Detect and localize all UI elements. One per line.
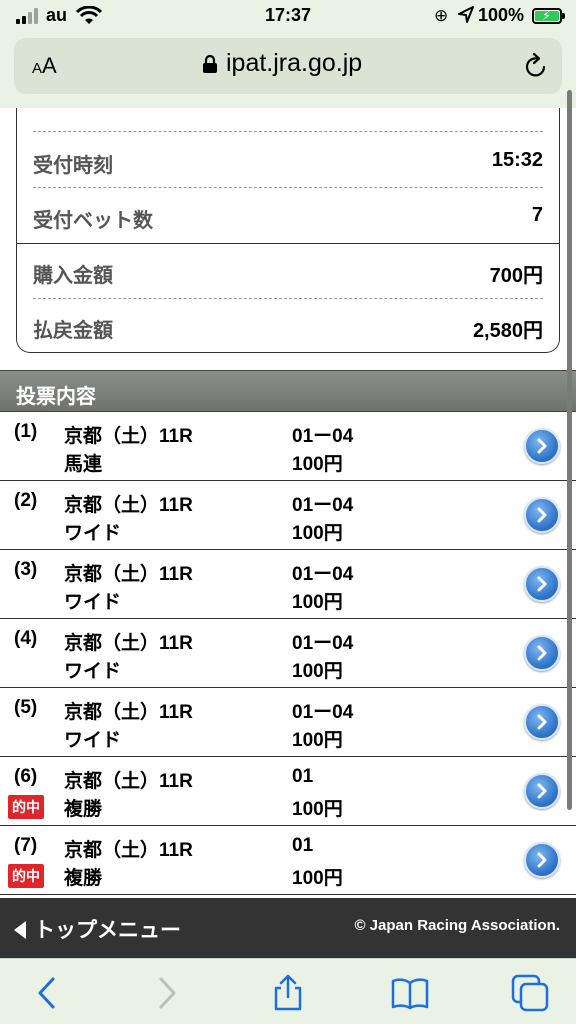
reload-icon[interactable]: [524, 52, 548, 78]
ticket-number: (1): [14, 421, 38, 442]
bookmarks-icon[interactable]: [390, 973, 430, 1013]
info-value: 7: [531, 204, 543, 226]
lock-icon: [203, 54, 217, 73]
ticket-row[interactable]: (2) 京都（土）11R ワイド 01ー04 100円: [0, 481, 576, 550]
chevron-right-circle-icon[interactable]: [524, 842, 560, 878]
address-bar[interactable]: AA ipat.jra.go.jp: [14, 38, 562, 94]
chevron-right-circle-icon[interactable]: [524, 635, 560, 671]
ticket-race: 京都（土）11R: [64, 633, 193, 654]
ticket-race: 京都（土）11R: [64, 702, 193, 723]
page-content: 受付時刻 15:32 受付ベット数 7 購入金額 700円 払戻金額 2,580…: [0, 108, 576, 958]
top-menu-link[interactable]: トップメニュー: [14, 914, 181, 944]
receipt-info-box: 受付時刻 15:32 受付ベット数 7 購入金額 700円 払戻金額 2,580…: [16, 108, 560, 353]
info-row-time: 受付時刻 15:32: [33, 134, 543, 188]
info-row-payout-amount: 払戻金額 2,580円: [33, 299, 543, 353]
ticket-bet-type: ワイド: [64, 730, 122, 751]
ticket-race: 京都（土）11R: [64, 495, 193, 516]
ticket-row[interactable]: (6) 京都（土）11R 複勝 01 100円 的中: [0, 757, 576, 826]
ticket-number: (2): [14, 490, 38, 511]
ticket-bet-type: 複勝: [64, 868, 103, 889]
footer-bar: トップメニュー © Japan Racing Association.: [0, 898, 576, 958]
scrollbar[interactable]: [567, 90, 572, 810]
ticket-race: 京都（土）11R: [64, 840, 193, 861]
ticket-combination: 01ー04: [292, 702, 354, 723]
ticket-amount: 100円: [292, 592, 343, 613]
ticket-combination: 01ー04: [292, 564, 354, 585]
ticket-combination: 01: [292, 835, 314, 856]
ticket-bet-type: 馬連: [64, 454, 103, 475]
info-label: 受付時刻: [33, 155, 113, 177]
battery-icon: ⚡: [532, 8, 565, 24]
info-row-purchase-amount: 購入金額 700円: [33, 244, 543, 298]
info-value: 700円: [489, 265, 543, 287]
ticket-row[interactable]: (3) 京都（土）11R ワイド 01ー04 100円: [0, 550, 576, 619]
ticket-bet-type: ワイド: [64, 661, 122, 682]
section-title: 投票内容: [16, 386, 96, 408]
info-row-bet-count: 受付ベット数 7: [33, 189, 543, 243]
ticket-number: (4): [14, 628, 38, 649]
divider: [33, 131, 543, 132]
ticket-amount: 100円: [292, 661, 343, 682]
ticket-amount: 100円: [292, 454, 343, 475]
ticket-bet-type: ワイド: [64, 523, 122, 544]
browser-chrome: au 17:37 ⊕ 100% ⚡ AA ipat.jra.go.jp: [0, 0, 576, 108]
ticket-combination: 01: [292, 766, 314, 787]
ticket-amount: 100円: [292, 523, 343, 544]
ticket-combination: 01ー04: [292, 633, 354, 654]
chevron-right-circle-icon[interactable]: [524, 428, 560, 464]
share-icon[interactable]: [268, 973, 308, 1013]
info-label: 購入金額: [33, 265, 113, 287]
ticket-race: 京都（土）11R: [64, 771, 193, 792]
reader-text-size-button[interactable]: AA: [32, 53, 57, 79]
browser-toolbar: [0, 958, 576, 1024]
hit-badge: 的中: [8, 864, 44, 888]
ticket-row[interactable]: (7) 京都（土）11R 複勝 01 100円 的中: [0, 826, 576, 895]
ticket-row[interactable]: (1) 京都（土）11R 馬連 01ー04 100円: [0, 412, 576, 481]
chevron-right-circle-icon[interactable]: [524, 566, 560, 602]
battery-percent: 100%: [478, 5, 525, 25]
rotation-lock-icon: ⊕: [434, 6, 449, 25]
info-label: 受付ベット数: [33, 210, 153, 232]
ticket-race: 京都（土）11R: [64, 564, 193, 585]
ticket-combination: 01ー04: [292, 495, 354, 516]
ticket-amount: 100円: [292, 799, 343, 820]
back-icon[interactable]: [28, 973, 68, 1013]
info-value: 2,580円: [472, 320, 543, 342]
info-label: 払戻金額: [33, 320, 113, 342]
chevron-right-circle-icon[interactable]: [524, 704, 560, 740]
ticket-number: (6): [14, 766, 38, 787]
ticket-bet-type: ワイド: [64, 592, 122, 613]
hit-badge: 的中: [8, 795, 44, 819]
section-header: 投票内容: [0, 370, 576, 412]
ticket-number: (3): [14, 559, 38, 580]
ticket-race: 京都（土）11R: [64, 426, 193, 447]
ticket-row[interactable]: (4) 京都（土）11R ワイド 01ー04 100円: [0, 619, 576, 688]
ticket-row[interactable]: (5) 京都（土）11R ワイド 01ー04 100円: [0, 688, 576, 757]
ticket-combination: 01ー04: [292, 426, 354, 447]
status-bar: au 17:37 ⊕ 100% ⚡: [0, 0, 576, 34]
copyright-text: © Japan Racing Association.: [354, 917, 560, 934]
ticket-number: (7): [14, 835, 38, 856]
chevron-right-circle-icon[interactable]: [524, 773, 560, 809]
ticket-number: (5): [14, 697, 38, 718]
ticket-amount: 100円: [292, 868, 343, 889]
forward-icon[interactable]: [146, 973, 186, 1013]
info-value: 15:32: [491, 149, 543, 171]
tabs-icon[interactable]: [510, 973, 550, 1013]
ticket-amount: 100円: [292, 730, 343, 751]
ticket-bet-type: 複勝: [64, 799, 103, 820]
location-icon: [458, 6, 474, 23]
chevron-right-circle-icon[interactable]: [524, 497, 560, 533]
url-text[interactable]: ipat.jra.go.jp: [226, 49, 362, 78]
divider: [33, 187, 543, 188]
